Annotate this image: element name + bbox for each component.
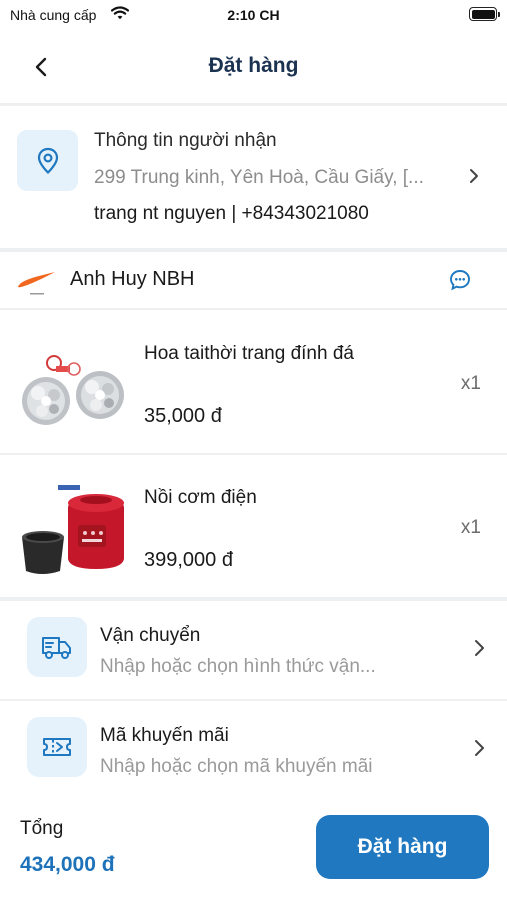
shipping-hint: Nhập hoặc chọn hình thức vận... bbox=[100, 656, 376, 677]
shipping-option[interactable]: Vận chuyển Nhập hoặc chọn hình thức vận.… bbox=[0, 601, 507, 699]
page-title: Đặt hàng bbox=[208, 54, 299, 77]
promo-title: Mã khuyến mãi bbox=[100, 725, 229, 746]
product-quantity: x1 bbox=[460, 517, 481, 538]
product-quantity: x1 bbox=[460, 373, 481, 394]
chevron-right-icon bbox=[469, 168, 479, 189]
nav-bar: Đặt hàng bbox=[0, 30, 507, 104]
chat-bubble-icon[interactable] bbox=[448, 268, 472, 292]
shop-name: Anh Huy NBH bbox=[70, 268, 195, 290]
product-item[interactable]: Hoa taithời trang đính đá 35,000 đ x1 bbox=[0, 311, 507, 453]
total-label: Tổng bbox=[20, 818, 64, 839]
shop-row: Anh Huy NBH bbox=[0, 252, 507, 308]
product-name: Nồi cơm điện bbox=[144, 487, 257, 508]
recipient-contact: trang nt nguyen | +84343021080 bbox=[94, 203, 369, 224]
promo-option[interactable]: Mã khuyến mãi Nhập hoặc chọn mã khuyến m… bbox=[0, 701, 507, 799]
product-item[interactable]: Nồi cơm điện 399,000 đ x1 bbox=[0, 455, 507, 597]
ticket-icon bbox=[27, 717, 87, 777]
location-pin-icon bbox=[17, 130, 78, 191]
status-bar: Nhà cung cấp 2:10 CH bbox=[0, 0, 507, 30]
promo-hint: Nhập hoặc chọn mã khuyến mãi bbox=[100, 756, 373, 777]
shop-logo bbox=[16, 267, 58, 297]
clock: 2:10 CH bbox=[227, 7, 280, 23]
battery-icon bbox=[469, 7, 500, 21]
shipping-title: Vận chuyển bbox=[100, 625, 201, 646]
recipient-info[interactable]: Thông tin người nhận 299 Trung kinh, Yên… bbox=[0, 106, 507, 248]
total-value: 434,000 đ bbox=[20, 853, 115, 876]
chevron-right-icon bbox=[474, 739, 485, 762]
earrings-image bbox=[16, 323, 130, 437]
place-order-button[interactable]: Đặt hàng bbox=[316, 815, 489, 879]
product-price: 35,000 đ bbox=[144, 405, 222, 427]
truck-icon bbox=[27, 617, 87, 677]
chevron-right-icon bbox=[474, 639, 485, 662]
product-name: Hoa taithời trang đính đá bbox=[144, 343, 354, 364]
recipient-address: 299 Trung kinh, Yên Hoà, Cầu Giấy, [... bbox=[94, 167, 424, 188]
product-price: 399,000 đ bbox=[144, 549, 233, 571]
rice-cooker-image bbox=[16, 467, 130, 581]
checkout-footer: Tổng 434,000 đ Đặt hàng bbox=[0, 800, 507, 900]
recipient-title: Thông tin người nhận bbox=[94, 130, 277, 151]
divider bbox=[0, 308, 507, 310]
